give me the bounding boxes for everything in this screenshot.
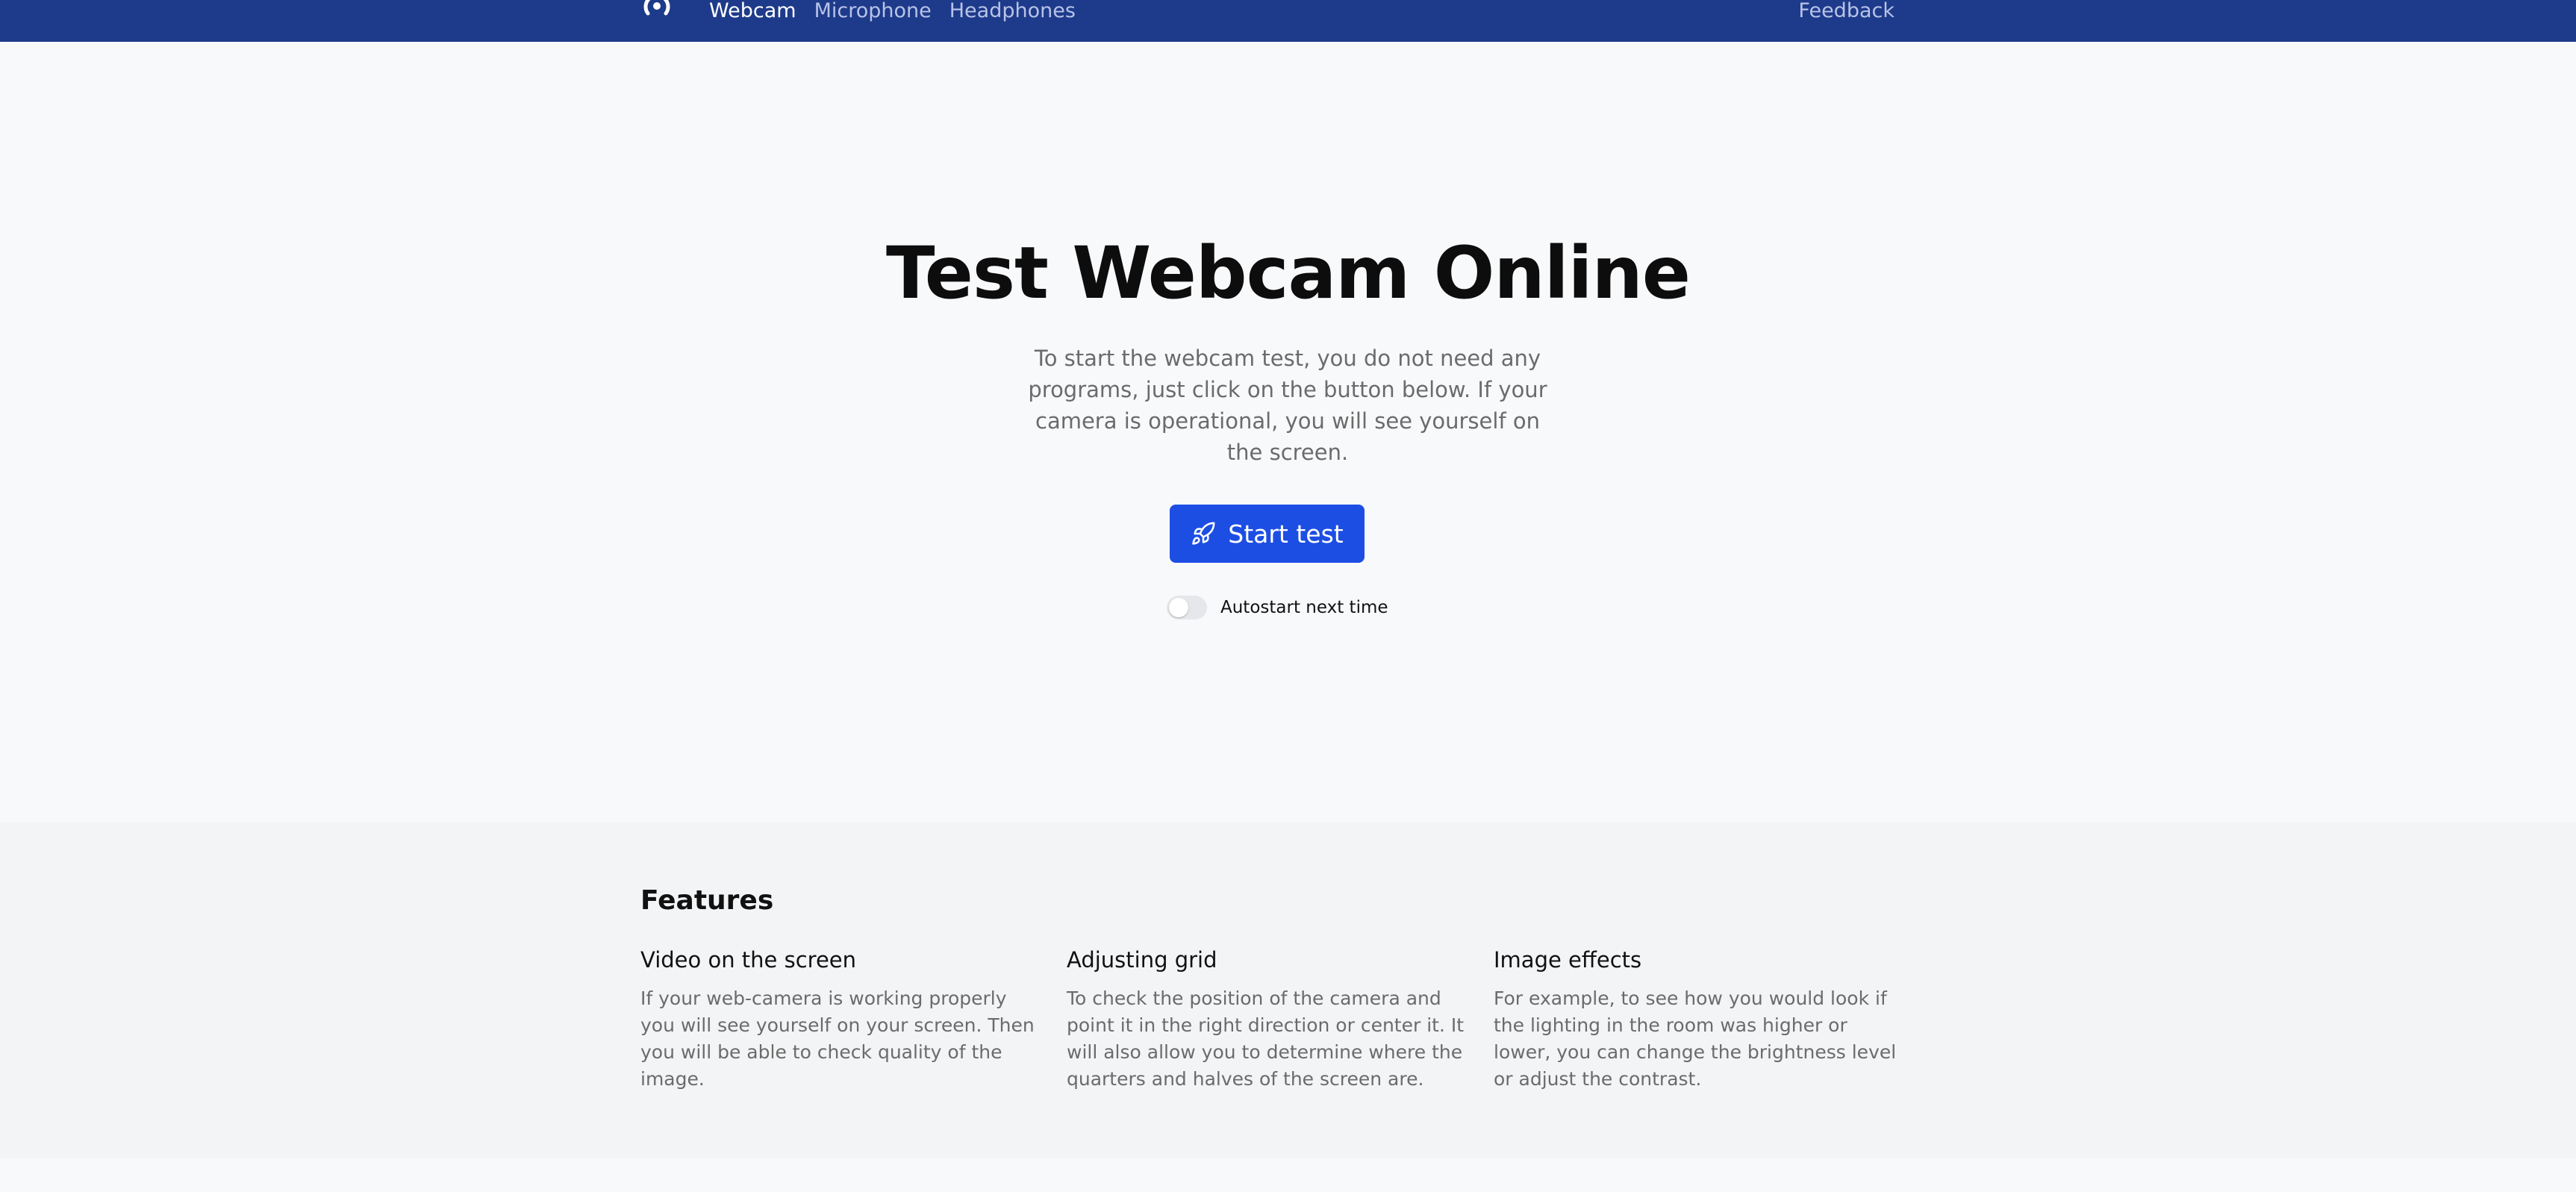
feature-text: If your web-camera is working properly y… [640, 987, 1035, 1090]
top-navbar: Webcam Microphone Headphones Feedback [0, 0, 2576, 42]
nav-link-headphones[interactable]: Headphones [949, 0, 1076, 22]
features-heading: Features [640, 885, 774, 916]
hero-section: Test Webcam Online To start the webcam t… [0, 42, 2576, 823]
nav-link-feedback[interactable]: Feedback [1798, 0, 1894, 22]
feature-title: Adjusting grid [1067, 947, 1217, 973]
toggle-knob [1169, 598, 1188, 617]
navbar-inner: Webcam Microphone Headphones Feedback [640, 0, 1894, 22]
nav-link-webcam[interactable]: Webcam [709, 0, 796, 22]
broadcast-icon[interactable] [640, 0, 673, 22]
hero-description: To start the webcam test, you do not nee… [1028, 346, 1547, 465]
start-test-button[interactable]: Start test [1170, 505, 1365, 563]
autostart-option: Autostart next time [1167, 596, 1388, 620]
nav-link-microphone[interactable]: Microphone [814, 0, 932, 22]
start-test-label: Start test [1228, 519, 1344, 549]
features-section: Features Video on the screen If your web… [0, 823, 2576, 1158]
feature-adjusting-grid: Adjusting grid To check the position of … [1067, 946, 1470, 1093]
autostart-label: Autostart next time [1220, 598, 1388, 617]
page-title: Test Webcam Online [886, 231, 1691, 315]
feature-image-effects: Image effects For example, to see how yo… [1494, 946, 1897, 1093]
autostart-toggle[interactable] [1167, 596, 1207, 620]
rocket-icon [1191, 521, 1216, 546]
feature-video-on-screen: Video on the screen If your web-camera i… [640, 946, 1044, 1093]
page-bottom [0, 1158, 2576, 1192]
feature-title: Video on the screen [640, 947, 857, 973]
feature-text: For example, to see how you would look i… [1494, 987, 1897, 1090]
feature-text: To check the position of the camera and … [1067, 987, 1465, 1090]
feature-title: Image effects [1494, 947, 1642, 973]
